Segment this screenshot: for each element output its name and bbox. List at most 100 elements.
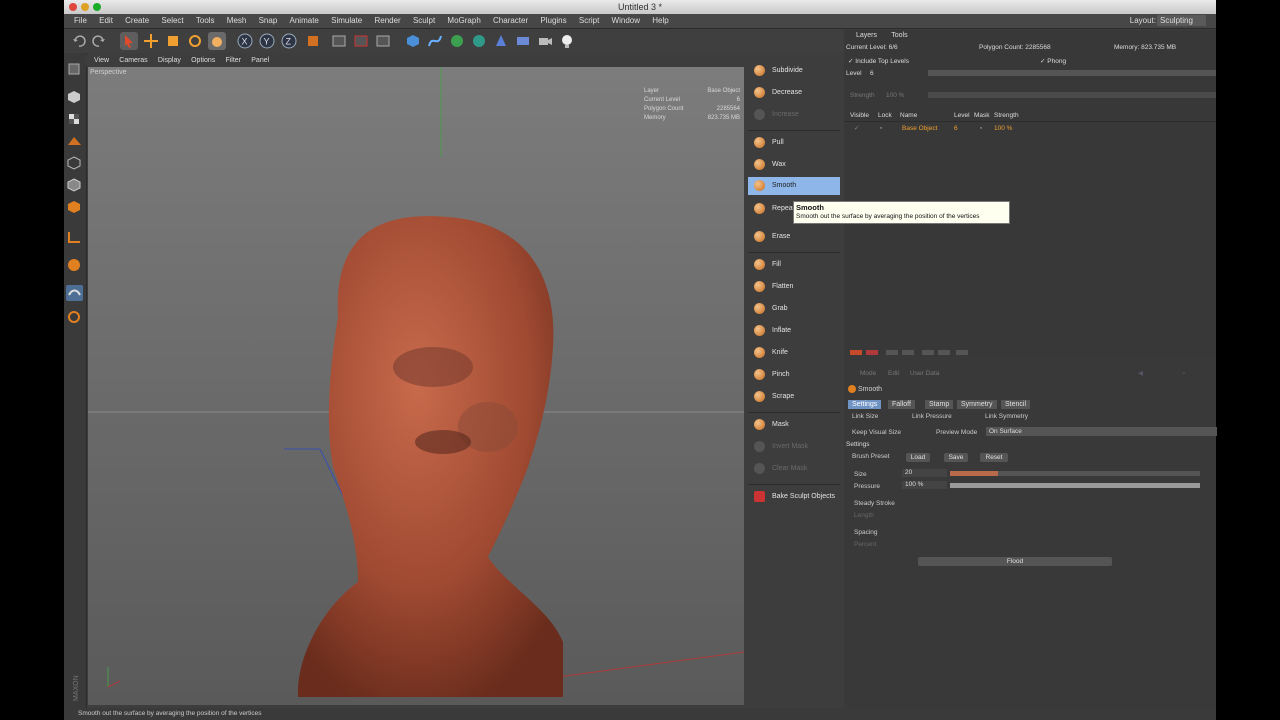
- tab-falloff[interactable]: Falloff: [888, 400, 915, 409]
- spline-icon[interactable]: [426, 32, 444, 50]
- link-size-checkbox[interactable]: Link Size: [852, 413, 878, 420]
- render-view-icon[interactable]: [330, 32, 348, 50]
- nurbs-icon[interactable]: [448, 32, 466, 50]
- flood-button[interactable]: Flood: [918, 557, 1112, 566]
- model-mode-icon[interactable]: [66, 89, 83, 105]
- render-picture-viewer-icon[interactable]: [352, 32, 370, 50]
- sculpted-head-model[interactable]: [88, 67, 744, 705]
- size-slider[interactable]: [950, 471, 1200, 476]
- menu-mograph[interactable]: MoGraph: [447, 14, 480, 28]
- menu-mesh[interactable]: Mesh: [227, 14, 247, 28]
- sculpt-brush-icon[interactable]: [208, 32, 226, 50]
- menu-help[interactable]: Help: [652, 14, 668, 28]
- menu-edit[interactable]: Edit: [99, 14, 113, 28]
- mask-icon[interactable]: ▪: [980, 123, 982, 134]
- polygons-mode-icon[interactable]: [66, 199, 83, 215]
- smooth-brush[interactable]: Smooth: [748, 177, 840, 195]
- menu-snap[interactable]: Snap: [259, 14, 278, 28]
- knife-brush[interactable]: Knife: [748, 344, 840, 362]
- increase-button[interactable]: Increase: [748, 106, 840, 124]
- close-window-icon[interactable]: [69, 3, 77, 11]
- menu-animate[interactable]: Animate: [290, 14, 319, 28]
- points-mode-icon[interactable]: [66, 155, 83, 171]
- menu-tools[interactable]: Tools: [196, 14, 215, 28]
- visible-check-icon[interactable]: ✓: [854, 123, 859, 134]
- layer-row[interactable]: ✓ ▪ Base Object 6 ▪ 100 %: [844, 123, 1216, 134]
- tab-stencil[interactable]: Stencil: [1001, 400, 1031, 409]
- menu-window[interactable]: Window: [612, 14, 640, 28]
- viewport-menu-filter[interactable]: Filter: [225, 55, 241, 66]
- menu-render[interactable]: Render: [374, 14, 400, 28]
- link-symmetry-checkbox[interactable]: Link Symmetry: [985, 413, 1028, 420]
- menu-simulate[interactable]: Simulate: [331, 14, 362, 28]
- clear-mask-button[interactable]: Clear Mask: [748, 460, 840, 478]
- menu-edit-attr[interactable]: Edit: [888, 369, 899, 379]
- tab-tools[interactable]: Tools: [891, 30, 907, 42]
- link-pressure-checkbox[interactable]: Link Pressure: [912, 413, 952, 420]
- inflate-brush[interactable]: Inflate: [748, 322, 840, 340]
- wax-brush[interactable]: Wax: [748, 156, 840, 174]
- phong-checkbox[interactable]: ✓ Phong: [1040, 56, 1066, 67]
- menu-file[interactable]: File: [74, 14, 87, 28]
- menu-user-data[interactable]: User Data: [910, 369, 939, 379]
- perspective-viewport[interactable]: Perspective Layer Base Object Current Lev…: [88, 67, 744, 705]
- layout-select[interactable]: Sculpting: [1157, 15, 1206, 26]
- pressure-field[interactable]: 100 %: [902, 481, 947, 489]
- include-top-levels-checkbox[interactable]: ✓ Include Top Levels: [848, 56, 909, 67]
- zoom-window-icon[interactable]: [93, 3, 101, 11]
- menu-select[interactable]: Select: [161, 14, 183, 28]
- menu-character[interactable]: Character: [493, 14, 528, 28]
- viewport-menu-display[interactable]: Display: [158, 55, 181, 66]
- reset-button[interactable]: Reset: [980, 453, 1008, 462]
- bake-sculpt-objects-button[interactable]: Bake Sculpt Objects: [748, 488, 840, 506]
- rotate-icon[interactable]: [186, 32, 204, 50]
- pressure-slider[interactable]: [950, 483, 1200, 488]
- scene-icon[interactable]: [514, 32, 532, 50]
- mask-brush[interactable]: Mask: [748, 416, 840, 434]
- pinch-brush[interactable]: Pinch: [748, 366, 840, 384]
- menu-sculpt[interactable]: Sculpt: [413, 14, 435, 28]
- camera-icon[interactable]: [536, 32, 554, 50]
- lock-icon[interactable]: ▪: [880, 123, 882, 134]
- edges-mode-icon[interactable]: [66, 177, 83, 193]
- strength-slider[interactable]: [928, 92, 1216, 98]
- steady-stroke-checkbox[interactable]: Steady Stroke: [854, 500, 895, 507]
- grab-brush[interactable]: Grab: [748, 300, 840, 318]
- spacing-checkbox[interactable]: Spacing: [854, 529, 878, 536]
- flatten-brush[interactable]: Flatten: [748, 278, 840, 296]
- deformer-icon[interactable]: [492, 32, 510, 50]
- select-arrow-icon[interactable]: [120, 32, 138, 50]
- array-icon[interactable]: [470, 32, 488, 50]
- undo-icon[interactable]: [70, 32, 88, 50]
- axis-icon[interactable]: [66, 229, 83, 245]
- texture-mode-icon[interactable]: [66, 111, 83, 127]
- pull-brush[interactable]: Pull: [748, 134, 840, 152]
- preview-mode-select[interactable]: On Surface: [986, 427, 1217, 436]
- y-axis-icon[interactable]: Y: [258, 32, 276, 50]
- viewport-menu-options[interactable]: Options: [191, 55, 215, 66]
- make-editable-icon[interactable]: [66, 61, 83, 77]
- render-settings-icon[interactable]: [374, 32, 392, 50]
- invert-mask-button[interactable]: Invert Mask: [748, 438, 840, 456]
- viewport-menu-view[interactable]: View: [94, 55, 109, 66]
- fill-brush[interactable]: Fill: [748, 256, 840, 274]
- scrape-brush[interactable]: Scrape: [748, 388, 840, 406]
- menu-create[interactable]: Create: [125, 14, 149, 28]
- decrease-button[interactable]: Decrease: [748, 84, 840, 102]
- save-button[interactable]: Save: [944, 453, 968, 462]
- magnet-icon[interactable]: [66, 257, 83, 273]
- tab-attr-settings[interactable]: Settings: [848, 400, 882, 409]
- menu-script[interactable]: Script: [579, 14, 599, 28]
- scale-icon[interactable]: [164, 32, 182, 50]
- menu-plugins[interactable]: Plugins: [540, 14, 566, 28]
- tab-symmetry[interactable]: Symmetry: [957, 400, 997, 409]
- light-icon[interactable]: [558, 32, 576, 50]
- cube-icon[interactable]: [404, 32, 422, 50]
- load-button[interactable]: Load: [906, 453, 930, 462]
- move-icon[interactable]: [142, 32, 160, 50]
- coordinate-system-icon[interactable]: [304, 32, 322, 50]
- z-axis-icon[interactable]: Z: [280, 32, 298, 50]
- tab-layers[interactable]: Layers: [856, 30, 877, 42]
- menu-mode[interactable]: Mode: [860, 369, 876, 379]
- symmetry-icon[interactable]: [66, 309, 83, 325]
